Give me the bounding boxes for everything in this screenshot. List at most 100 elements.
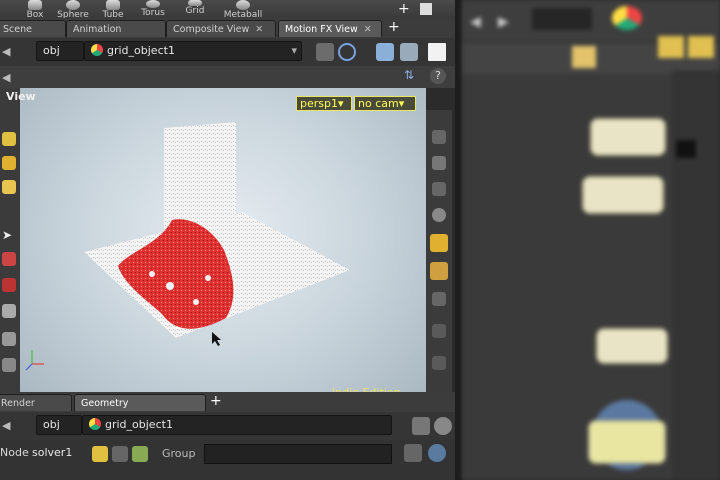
torus-icon (146, 0, 160, 8)
chevron-down-icon: ▾ (398, 97, 405, 110)
network-node[interactable] (596, 328, 668, 364)
shelf-tool-torus[interactable]: Torus (138, 0, 168, 18)
back-arrow-icon[interactable]: ◀ (2, 45, 10, 58)
points-icon[interactable] (432, 324, 446, 338)
network-tool-icon[interactable] (688, 36, 714, 58)
shelf-tool-box[interactable]: Box (24, 0, 46, 20)
swatch-icon (676, 140, 696, 158)
cube-icon[interactable] (376, 43, 394, 61)
back-arrow-icon[interactable]: ◀ (2, 71, 10, 84)
back-arrow-icon[interactable]: ◀ (2, 419, 10, 432)
transform-icon[interactable] (2, 156, 16, 170)
ghost-icon[interactable] (430, 262, 448, 280)
camera-label: persp1 (300, 97, 338, 110)
attribute-class-icon[interactable] (92, 446, 108, 462)
lock-icon[interactable] (432, 156, 446, 170)
object-icon (91, 44, 103, 56)
scale-icon[interactable] (2, 304, 16, 318)
pin-icon[interactable] (412, 417, 430, 435)
rotate-icon[interactable] (2, 278, 16, 292)
viewport-layout-icon[interactable] (428, 43, 446, 61)
shelf-tool-metaball[interactable]: Metaball (222, 0, 264, 20)
tab-label: Composite View (173, 24, 250, 35)
network-node-selected[interactable] (588, 420, 666, 464)
forward-arrow-icon[interactable]: ▶ (498, 14, 509, 30)
network-editor-pane[interactable]: ◀ ▶ (462, 0, 720, 480)
tab-animation-editor[interactable]: Animation Editor✕ (66, 20, 166, 52)
shelf-menu-icon[interactable] (420, 3, 432, 15)
group-field[interactable] (204, 444, 392, 464)
view-tool-icon[interactable] (2, 358, 16, 372)
scene-viewport[interactable]: ✕ persp1▾ no cam▾ Indie Edition (20, 88, 426, 410)
tab-geometry-spreadsheet[interactable]: Geometry Spreadsheet✕ (74, 394, 206, 426)
network-path-field[interactable] (532, 8, 592, 30)
wire-icon[interactable] (432, 292, 446, 306)
display-icon[interactable] (428, 444, 446, 462)
network-tool-icon[interactable] (658, 36, 684, 58)
link-icon[interactable] (434, 417, 452, 435)
parameter-panel-edge (672, 70, 720, 480)
sphere-shade-icon[interactable] (432, 208, 446, 222)
path-context-field[interactable]: obj (36, 41, 84, 61)
light-icon[interactable] (432, 182, 446, 196)
node-info-bar: Node solver1 Group (0, 440, 460, 480)
display-icon[interactable] (430, 234, 448, 252)
chevron-down-icon[interactable]: ▾ (291, 42, 297, 60)
close-icon[interactable]: ✕ (255, 24, 263, 35)
node-value[interactable]: solver1 (32, 446, 72, 459)
path-object-field[interactable]: grid_object1 ▾ (84, 41, 302, 61)
normals-icon[interactable] (432, 356, 446, 370)
add-shelf-icon[interactable]: + (398, 2, 412, 16)
mouse-cursor (212, 332, 221, 346)
node-label: Node (0, 446, 29, 459)
left-toolbar: ➤ (0, 110, 20, 410)
handle-icon[interactable] (2, 180, 16, 194)
path-object-field[interactable]: grid_object1 (82, 415, 392, 435)
viewer-path-bar: ◀ obj grid_object1 ▾ (0, 38, 460, 67)
move-icon[interactable] (2, 252, 16, 266)
shelf-tool-tube[interactable]: Tube (100, 0, 126, 20)
shelf-tool-sphere[interactable]: Sphere (56, 0, 90, 20)
add-tab-icon[interactable]: + (388, 19, 400, 35)
group-label: Group (162, 447, 196, 460)
pointer-icon[interactable]: ➤ (2, 228, 16, 242)
shelf-tool-label: Grid (185, 6, 205, 16)
tab-label: Motion FX View (285, 24, 358, 35)
camera-persp-button[interactable]: persp1▾ (296, 96, 352, 111)
help-icon[interactable]: ? (430, 68, 446, 84)
right-toolbar (426, 110, 452, 410)
shelf-tool-grid[interactable]: Grid (182, 0, 208, 18)
add-tab-icon[interactable]: + (210, 393, 222, 409)
path-context-field[interactable]: obj (36, 415, 82, 435)
point-class-icon[interactable] (112, 446, 128, 462)
snap-icon[interactable] (432, 130, 446, 144)
select-icon[interactable] (2, 132, 16, 146)
filter-icon[interactable] (404, 444, 422, 462)
tab-scene-view[interactable]: Scene View✕ (0, 20, 66, 52)
path-object: grid_object1 (107, 44, 175, 57)
path-object: grid_object1 (105, 418, 173, 431)
close-icon[interactable]: ✕ (364, 24, 372, 35)
link-icon[interactable] (338, 43, 356, 61)
camera-label: no cam (358, 97, 399, 110)
tab-motion-fx-view[interactable]: Motion FX View ✕ (278, 20, 382, 37)
sort-icon[interactable]: ⇅ (404, 68, 422, 86)
network-tool-icon[interactable] (572, 46, 596, 68)
object-icon (612, 6, 642, 30)
display-options-icon[interactable] (400, 43, 418, 61)
shelf-toolbar: Box Sphere Tube Torus Grid Metaball + (0, 0, 460, 20)
pin-icon[interactable] (316, 43, 334, 61)
network-node[interactable] (582, 176, 664, 214)
path-context: obj (43, 44, 60, 57)
tab-render-view[interactable]: Render View✕ (0, 394, 72, 426)
pose-icon[interactable] (2, 332, 16, 346)
path-context: obj (43, 418, 60, 431)
chevron-down-icon: ▾ (337, 97, 344, 110)
tab-composite-view[interactable]: Composite View ✕ (166, 20, 276, 37)
primitive-class-icon[interactable] (132, 446, 148, 462)
camera-nocam-button[interactable]: no cam▾ (354, 96, 416, 111)
shelf-tool-label: Torus (141, 8, 165, 18)
network-node[interactable] (590, 118, 666, 156)
pane-divider[interactable] (455, 0, 462, 480)
back-arrow-icon[interactable]: ◀ (470, 14, 481, 30)
